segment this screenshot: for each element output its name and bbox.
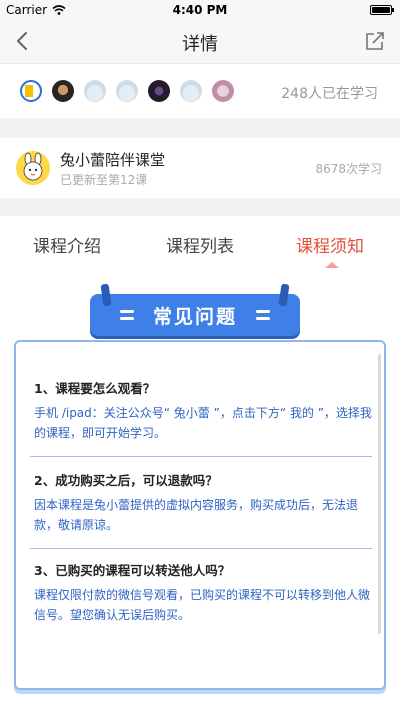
banner-pin (100, 283, 112, 307)
avatar (84, 80, 106, 102)
tab-course-list[interactable]: 课程列表 (166, 232, 234, 257)
battery-icon (370, 5, 394, 15)
learner-count: 248人已在学习 (281, 86, 378, 102)
faq-panel: 1、课程要怎么观看？ 手机 /ipad：关注公众号“ 兔小蕾 ”，点击下方“ 我… (14, 340, 386, 690)
avatar (20, 80, 42, 102)
course-update-status: 已更新至第12课 (60, 173, 148, 187)
avatar (212, 80, 234, 102)
avatar (148, 80, 170, 102)
page-title: 详情 (182, 34, 218, 55)
course-study-count: 8678次学习 (315, 162, 382, 176)
faq-banner-title: 常见问题 (152, 305, 237, 328)
scrollbar[interactable] (378, 354, 381, 634)
status-bar: Carrier 4:40 PM (0, 0, 400, 20)
faq-answer: 因本课程是兔小蕾提供的虚拟内容服务，购买成功后，无法退款，敬请原谅。 (34, 498, 359, 532)
course-name: 兔小蕾陪伴课堂 (60, 151, 166, 169)
course-logo (16, 151, 50, 185)
faq-answer: 课程仅限付款的微信号观看，已购买的课程不可以转移到他人微信号。望您确认无误后购买… (34, 588, 371, 622)
faq-item: 1、课程要怎么观看？ 手机 /ipad：关注公众号“ 兔小蕾 ”，点击下方“ 我… (34, 378, 374, 443)
divider (30, 456, 372, 457)
avatar (180, 80, 202, 102)
learner-avatars (20, 80, 234, 102)
avatar (52, 80, 74, 102)
clock: 4:40 PM (172, 3, 228, 17)
faq-question: 3、已购买的课程可以转送他人吗？ (34, 563, 231, 578)
faq-item: 3、已购买的课程可以转送他人吗？ 课程仅限付款的微信号观看，已购买的课程不可以转… (34, 560, 374, 625)
faq-answer: 手机 /ipad：关注公众号“ 兔小蕾 ”，点击下方“ 我的 ”，选择我的课程，… (34, 406, 372, 440)
notice-content: 常见问题 1、课程要怎么观看？ 手机 /ipad：关注公众号“ 兔小蕾 ”，点击… (0, 268, 400, 710)
learners-row: 248人已在学习 (0, 68, 400, 118)
faq-banner: 常见问题 (90, 283, 300, 336)
faq-item: 2、成功购买之后，可以退款吗？ 因本课程是兔小蕾提供的虚拟内容服务，购买成功后，… (34, 470, 374, 535)
tab-course-notice[interactable]: 课程须知 (296, 232, 364, 257)
navigation-bar: 详情 (0, 20, 400, 64)
divider (30, 548, 372, 549)
faq-question: 2、成功购买之后，可以退款吗？ (34, 473, 218, 488)
avatar (116, 80, 138, 102)
tab-course-intro[interactable]: 课程介绍 (33, 232, 101, 257)
section-divider (0, 198, 400, 216)
share-icon[interactable] (362, 28, 388, 54)
faq-question: 1、课程要怎么观看？ (34, 381, 156, 396)
tab-bar: 课程介绍 课程列表 课程须知 (0, 216, 400, 268)
section-divider (0, 118, 400, 138)
course-card[interactable]: 兔小蕾陪伴课堂 已更新至第12课 8678次学习 (0, 138, 400, 198)
banner-pin (278, 283, 290, 307)
